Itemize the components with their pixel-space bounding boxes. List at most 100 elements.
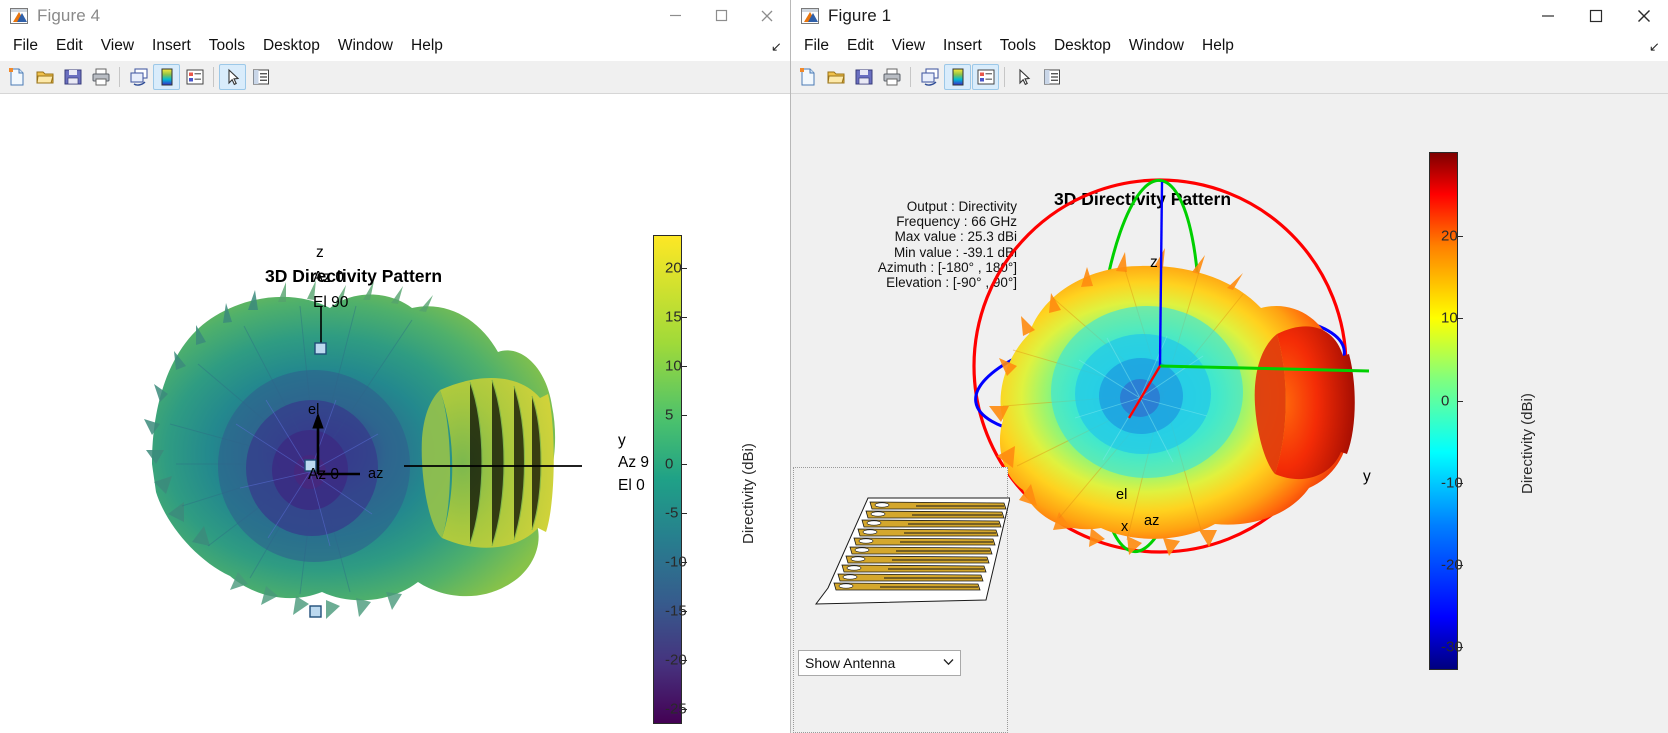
figure-window-4: Figure 4 File Edit View Insert Tools Des… <box>0 0 790 733</box>
cbar-tick-neg20: -20 <box>665 651 687 669</box>
menubar-figure1: File Edit View Insert Tools Desktop Wind… <box>791 31 1668 61</box>
show-antenna-dropdown-value: Show Antenna <box>805 655 896 671</box>
close-button[interactable] <box>744 0 790 31</box>
toolbar-figure4 <box>0 61 790 94</box>
menu-window[interactable]: Window <box>329 35 402 57</box>
axis-label-y: y <box>1363 468 1371 485</box>
menu-window[interactable]: Window <box>1120 35 1193 57</box>
window-title: Figure 1 <box>828 5 892 25</box>
cbar-tick-5: 5 <box>665 406 674 424</box>
cbar-tick-10: 10 <box>1441 309 1458 327</box>
figure-window-1: Figure 1 File Edit View Insert Tools Des… <box>790 0 1668 733</box>
menu-file[interactable]: File <box>4 35 47 57</box>
titlebar-figure4[interactable]: Figure 4 <box>0 0 790 31</box>
print-figure-icon[interactable] <box>87 64 114 90</box>
menu-desktop[interactable]: Desktop <box>254 35 329 57</box>
property-inspector-icon[interactable] <box>247 64 274 90</box>
pointer-icon[interactable] <box>1010 64 1037 90</box>
axis-label-az: az <box>368 466 384 482</box>
menu-file[interactable]: File <box>795 35 838 57</box>
figure4-plot-canvas[interactable]: 3D Directivity Pattern z Az 0 El 90 el a… <box>0 94 790 733</box>
chevron-down-icon <box>943 658 954 669</box>
save-figure-icon[interactable] <box>850 64 877 90</box>
link-plot-icon[interactable] <box>916 64 943 90</box>
cbar-tick-neg20: -20 <box>1441 556 1463 574</box>
menu-edit[interactable]: Edit <box>838 35 883 57</box>
link-plot-icon[interactable] <box>125 64 152 90</box>
window-controls <box>652 0 790 31</box>
print-figure-icon[interactable] <box>878 64 905 90</box>
vivaldi-antenna-array-thumbnail <box>814 497 1010 605</box>
axis-label-az: az <box>1144 513 1160 529</box>
cbar-tick-0: 0 <box>1441 392 1450 410</box>
axis-label-z: z <box>316 244 324 261</box>
menu-insert[interactable]: Insert <box>934 35 991 57</box>
colorbar-axis-label-figure4: Directivity (dBi) <box>740 443 757 544</box>
titlebar-figure1[interactable]: Figure 1 <box>791 0 1668 31</box>
maximize-button[interactable] <box>1572 0 1620 31</box>
menu-edit[interactable]: Edit <box>47 35 92 57</box>
minimize-button[interactable] <box>652 0 698 31</box>
open-file-icon[interactable] <box>31 64 58 90</box>
axis-label-x: x <box>1121 519 1129 535</box>
axis-label-el0: El 0 <box>618 477 645 494</box>
toolbar-separator <box>1004 67 1005 87</box>
menu-view[interactable]: View <box>92 35 143 57</box>
axis-label-y: y <box>618 432 626 449</box>
matlab-icon <box>801 7 819 24</box>
cbar-tick-neg5: -5 <box>665 504 679 522</box>
menu-view[interactable]: View <box>883 35 934 57</box>
window-controls <box>1524 0 1668 31</box>
maximize-button[interactable] <box>698 0 744 31</box>
colorbar-figure1[interactable]: 20 10 0 -10 -20 -30 <box>1429 152 1463 670</box>
axis-label-z: z <box>1150 254 1158 271</box>
menu-desktop[interactable]: Desktop <box>1045 35 1120 57</box>
colorbar-icon[interactable] <box>944 64 971 90</box>
toolbar-separator <box>213 67 214 87</box>
axis-label-el90: El 90 <box>313 294 349 311</box>
matlab-figures-desktop: Figure 4 File Edit View Insert Tools Des… <box>0 0 1668 733</box>
figure1-plot-canvas[interactable]: 3D Directivity Pattern Output : Directiv… <box>791 94 1668 733</box>
axis-label-az90: Az 9 <box>618 454 650 471</box>
cbar-tick-0: 0 <box>665 455 674 473</box>
menu-tools[interactable]: Tools <box>991 35 1045 57</box>
axis-label-el: el <box>308 402 320 418</box>
cbar-tick-20: 20 <box>665 259 682 277</box>
toolbar-separator <box>119 67 120 87</box>
new-figure-icon[interactable] <box>3 64 30 90</box>
axis-label-az0-origin: Az 0 <box>308 466 340 483</box>
toolbar-separator <box>910 67 911 87</box>
minimize-button[interactable] <box>1524 0 1572 31</box>
cbar-tick-15: 15 <box>665 308 682 326</box>
cbar-tick-20: 20 <box>1441 227 1458 245</box>
dock-figure-icon[interactable]: ↘ <box>1649 39 1660 55</box>
new-figure-icon[interactable] <box>794 64 821 90</box>
toolbar-figure1 <box>791 61 1668 94</box>
axis-label-az0-top: Az 0 <box>313 269 345 286</box>
dock-figure-icon[interactable]: ↘ <box>771 39 782 55</box>
property-inspector-icon[interactable] <box>1038 64 1065 90</box>
cbar-tick-neg15: -15 <box>665 602 687 620</box>
close-button[interactable] <box>1620 0 1668 31</box>
axis-label-el: el <box>1116 487 1128 503</box>
cbar-tick-10: 10 <box>665 357 682 375</box>
colorbar-figure4[interactable]: 20 15 10 5 0 -5 -10 -15 -20 -25 <box>653 235 687 724</box>
save-figure-icon[interactable] <box>59 64 86 90</box>
pointer-icon[interactable] <box>219 64 246 90</box>
show-antenna-dropdown[interactable]: Show Antenna <box>798 650 961 676</box>
legend-icon[interactable] <box>972 64 999 90</box>
colorbar-axis-label-figure1: Directivity (dBi) <box>1519 393 1536 494</box>
cbar-tick-neg25: -25 <box>665 700 687 718</box>
open-file-icon[interactable] <box>822 64 849 90</box>
legend-icon[interactable] <box>181 64 208 90</box>
menu-tools[interactable]: Tools <box>200 35 254 57</box>
page-title: 3D Directivity Pattern <box>265 266 443 286</box>
window-title: Figure 4 <box>37 5 101 25</box>
menu-help[interactable]: Help <box>1193 35 1243 57</box>
colorbar-icon[interactable] <box>153 64 180 90</box>
pattern-main-beam <box>421 378 554 548</box>
cbar-tick-neg10: -10 <box>665 553 687 571</box>
menubar-figure4: File Edit View Insert Tools Desktop Wind… <box>0 31 790 61</box>
menu-insert[interactable]: Insert <box>143 35 200 57</box>
menu-help[interactable]: Help <box>402 35 452 57</box>
